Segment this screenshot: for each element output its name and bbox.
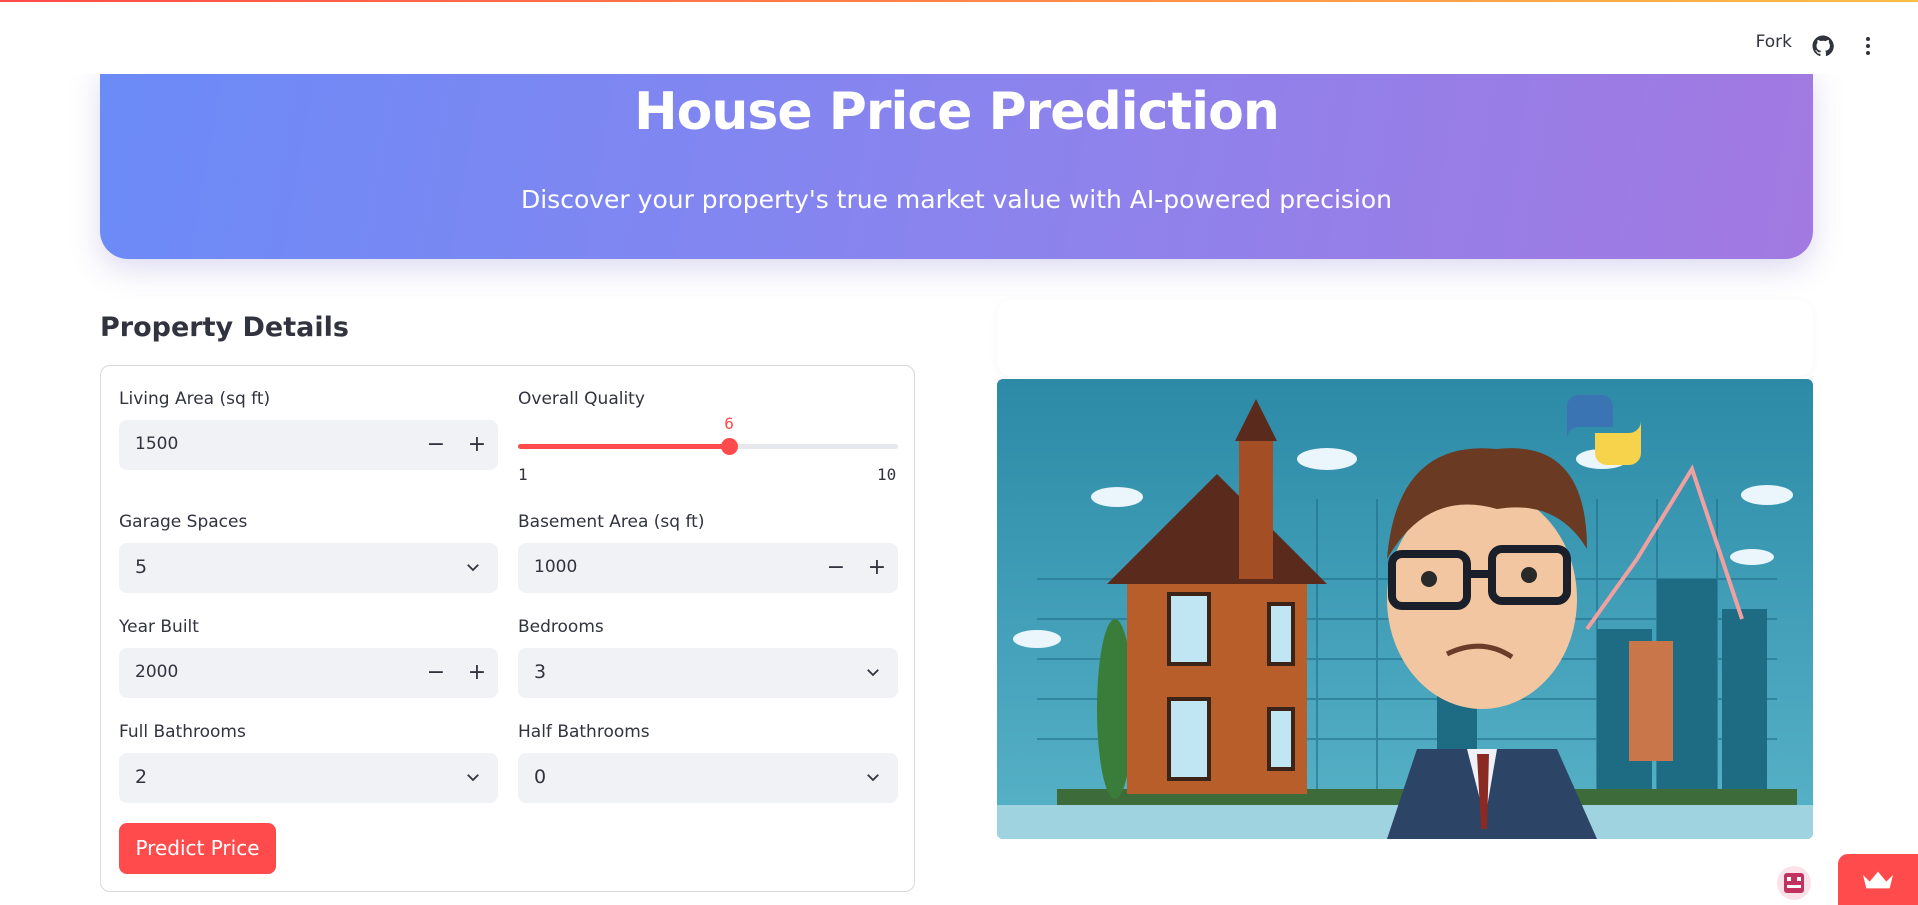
slider-thumb[interactable]: [721, 438, 739, 455]
app-creator-avatar-icon[interactable]: [1775, 864, 1813, 902]
slider-min-label: 1: [518, 465, 528, 484]
chevron-down-icon: [467, 564, 479, 572]
bedrooms-select[interactable]: 3: [518, 648, 898, 698]
bedrooms-label: Bedrooms: [518, 617, 604, 637]
year-built-label: Year Built: [119, 617, 199, 637]
chevron-down-icon: [467, 774, 479, 782]
hero-banner: House Price Prediction Discover your pro…: [100, 68, 1813, 259]
streamlit-badge[interactable]: [1838, 854, 1918, 905]
living-area-decrement-button[interactable]: −: [421, 430, 451, 460]
fork-link[interactable]: Fork: [1756, 32, 1792, 52]
basement-area-decrement-button[interactable]: −: [821, 553, 851, 583]
full-bathrooms-select[interactable]: 2: [119, 753, 498, 803]
living-area-value[interactable]: 1500: [135, 434, 178, 454]
overall-quality-label: Overall Quality: [518, 389, 645, 409]
section-title: Property Details: [100, 312, 349, 343]
basement-area-input[interactable]: 1000 − +: [518, 543, 898, 593]
basement-area-value[interactable]: 1000: [534, 557, 577, 577]
year-built-value[interactable]: 2000: [135, 662, 178, 682]
living-area-label: Living Area (sq ft): [119, 389, 271, 409]
basement-area-increment-button[interactable]: +: [862, 553, 892, 583]
more-vert-icon[interactable]: [1856, 34, 1880, 58]
half-bathrooms-value: 0: [534, 766, 547, 788]
garage-spaces-value: 5: [135, 556, 148, 578]
slider-fill: [518, 444, 730, 449]
github-icon[interactable]: [1811, 34, 1835, 58]
slider-max-label: 10: [877, 465, 897, 484]
page-subtitle: Discover your property's true market val…: [520, 185, 1393, 214]
chevron-down-icon: [867, 774, 879, 782]
garage-spaces-label: Garage Spaces: [119, 512, 248, 532]
basement-area-label: Basement Area (sq ft): [518, 512, 705, 532]
garage-spaces-select[interactable]: 5: [119, 543, 498, 593]
overall-quality-slider[interactable]: 6: [518, 414, 898, 455]
half-bathrooms-label: Half Bathrooms: [518, 722, 650, 742]
bedrooms-value: 3: [534, 661, 547, 683]
crown-icon: [1863, 871, 1893, 889]
chevron-down-icon: [867, 669, 879, 677]
half-bathrooms-select[interactable]: 0: [518, 753, 898, 803]
slider-value: 6: [724, 414, 734, 433]
predict-price-button[interactable]: Predict Price: [119, 823, 276, 874]
result-card: [997, 300, 1813, 376]
full-bathrooms-value: 2: [135, 766, 148, 788]
year-built-increment-button[interactable]: +: [462, 658, 492, 688]
app-toolbar: Fork: [0, 2, 1918, 74]
living-area-increment-button[interactable]: +: [462, 430, 492, 460]
year-built-decrement-button[interactable]: −: [421, 658, 451, 688]
full-bathrooms-label: Full Bathrooms: [119, 722, 246, 742]
living-area-input[interactable]: 1500 − +: [119, 420, 498, 470]
page-title: House Price Prediction: [634, 82, 1280, 142]
house-illustration: [997, 379, 1813, 839]
year-built-input[interactable]: 2000 − +: [119, 648, 498, 698]
